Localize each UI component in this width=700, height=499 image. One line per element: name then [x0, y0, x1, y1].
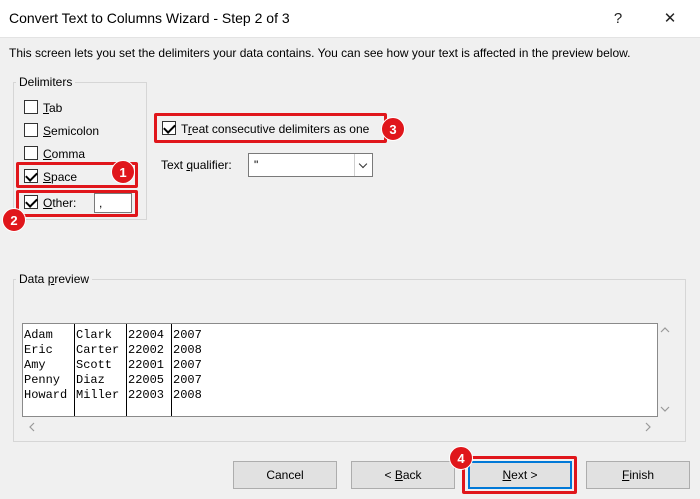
preview-cell: 2007: [173, 373, 202, 387]
scroll-up-arrow-icon[interactable]: [660, 326, 670, 334]
text-qualifier-select[interactable]: ": [248, 153, 373, 177]
preview-cell: 22004: [128, 328, 165, 342]
cancel-button[interactable]: Cancel: [233, 461, 337, 489]
scroll-down-arrow-icon[interactable]: [660, 405, 670, 413]
preview-cell: Howard: [24, 388, 68, 402]
step-badge-2: 2: [2, 208, 26, 232]
delimiters-group-label: Delimiters: [16, 75, 76, 89]
preview-cell: 2007: [173, 358, 202, 372]
step-badge-1: 1: [111, 160, 135, 184]
column-break-line[interactable]: [171, 324, 172, 416]
data-preview-grid: Adam Clark 22004 2007 Eric Carter 22002 …: [22, 323, 658, 417]
preview-cell: Miller: [76, 388, 120, 402]
instructions-text: This screen lets you set the delimiters …: [9, 46, 631, 60]
tab-checkbox[interactable]: [24, 100, 38, 114]
chevron-down-icon[interactable]: [354, 154, 372, 176]
text-qualifier-label: Text qualifier:: [161, 158, 232, 172]
window-title: Convert Text to Columns Wizard - Step 2 …: [9, 10, 290, 26]
preview-cell: 2008: [173, 388, 202, 402]
help-icon[interactable]: ?: [604, 6, 632, 32]
scroll-right-arrow-icon[interactable]: [644, 422, 652, 432]
preview-cell: 22005: [128, 373, 165, 387]
next-highlight-box: [462, 456, 577, 494]
semicolon-label[interactable]: Semicolon: [43, 124, 99, 138]
comma-checkbox[interactable]: [24, 146, 38, 160]
preview-cell: Penny: [24, 373, 61, 387]
preview-cell: 22003: [128, 388, 165, 402]
preview-cell: Carter: [76, 343, 120, 357]
text-qualifier-value: ": [254, 158, 259, 172]
preview-cell: 22001: [128, 358, 165, 372]
step-badge-3: 3: [381, 117, 405, 141]
tab-label[interactable]: Tab: [43, 101, 62, 115]
preview-cell: Clark: [76, 328, 113, 342]
data-preview-label: Data preview: [16, 272, 93, 286]
scroll-left-arrow-icon[interactable]: [28, 422, 36, 432]
title-bar: Convert Text to Columns Wizard - Step 2 …: [0, 0, 700, 38]
preview-cell: Eric: [24, 343, 53, 357]
treat-consecutive-highlight-box: [154, 113, 387, 143]
preview-cell: 2007: [173, 328, 202, 342]
preview-cell: Amy: [24, 358, 46, 372]
semicolon-checkbox[interactable]: [24, 123, 38, 137]
column-break-line[interactable]: [74, 324, 75, 416]
preview-cell: Diaz: [76, 373, 105, 387]
finish-button[interactable]: Finish: [586, 461, 690, 489]
preview-cell: 2008: [173, 343, 202, 357]
preview-cell: Scott: [76, 358, 113, 372]
preview-horizontal-scrollbar[interactable]: [22, 418, 658, 434]
other-highlight-box: [16, 190, 138, 217]
preview-cell: 22002: [128, 343, 165, 357]
step-badge-4: 4: [449, 446, 473, 470]
back-button[interactable]: < Back: [351, 461, 455, 489]
preview-cell: Adam: [24, 328, 53, 342]
comma-label[interactable]: Comma: [43, 147, 85, 161]
close-icon[interactable]: ✕: [656, 6, 684, 32]
column-break-line[interactable]: [126, 324, 127, 416]
